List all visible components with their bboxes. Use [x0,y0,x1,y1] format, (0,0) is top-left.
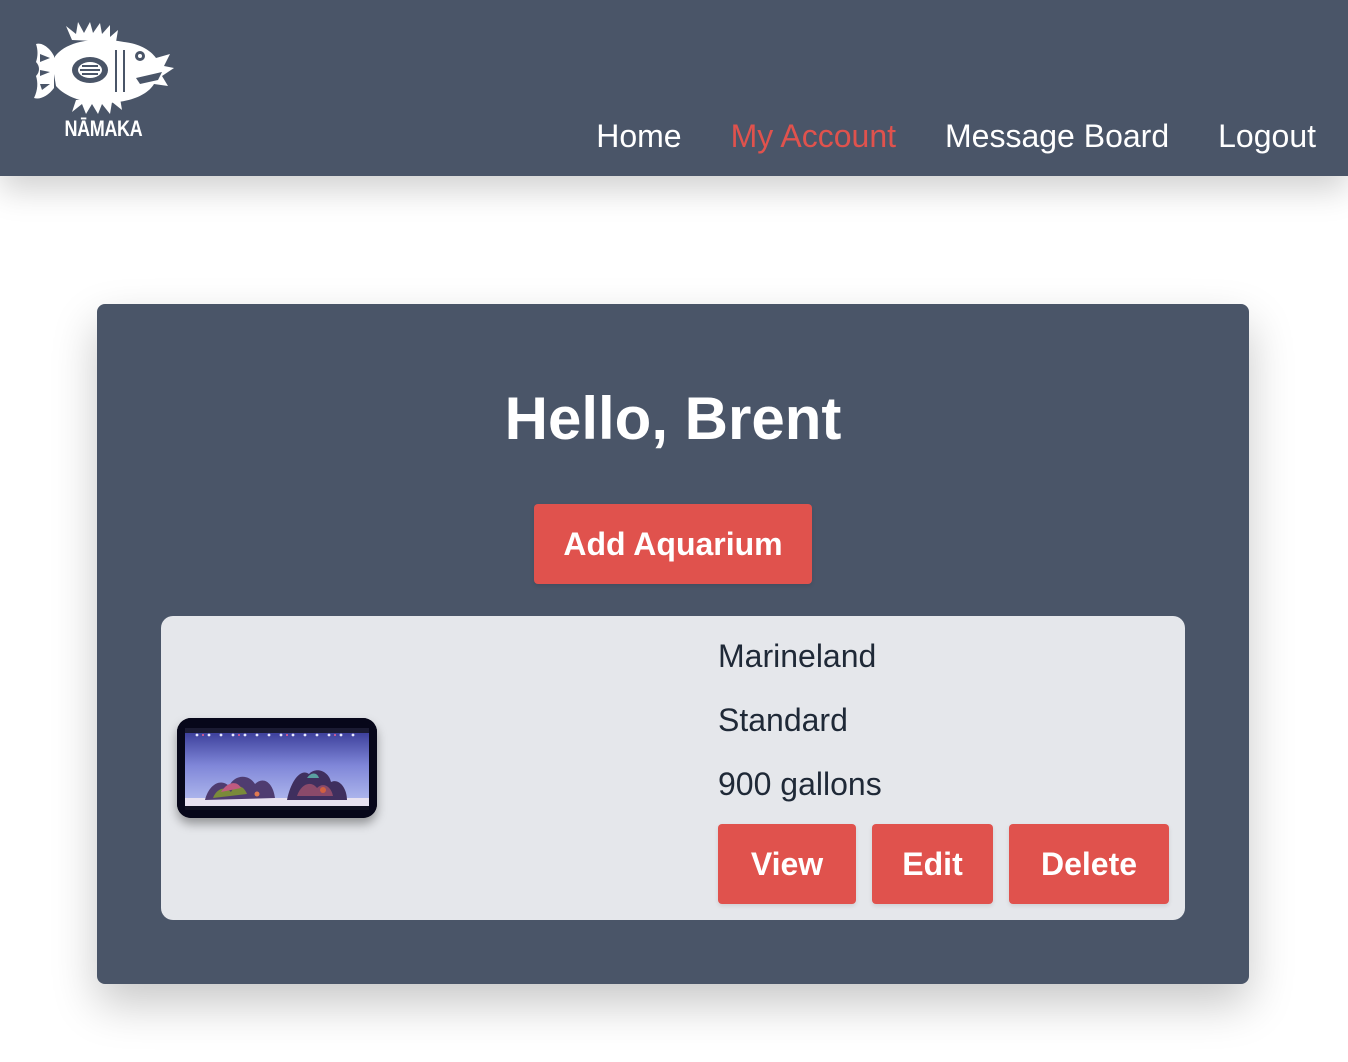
nav-logout-link[interactable]: Logout [1218,118,1316,155]
edit-aquarium-button[interactable]: Edit [872,824,993,904]
main-nav: Home My Account Message Board Logout [596,114,1316,158]
aquarium-thumbnail[interactable] [177,718,377,818]
add-aquarium-button[interactable]: Add Aquarium [534,504,812,584]
aquarium-image [177,718,377,818]
nav-home-link[interactable]: Home [596,118,681,155]
account-panel: Hello, Brent Add Aquarium Marineland Sta… [97,304,1249,984]
brand-logo[interactable]: NĀMAKA [32,20,178,145]
page-greeting: Hello, Brent [504,385,842,452]
navbar: NĀMAKA Home My Account Message Board Log… [0,0,1348,176]
view-aquarium-button[interactable]: View [718,824,856,904]
aquarium-brand: Marineland [718,638,877,674]
aquarium-details: Marineland Standard 900 gallons [718,632,882,824]
aquarium-card: Marineland Standard 900 gallons View Edi… [161,616,1185,920]
aquarium-volume: 900 gallons [718,766,882,802]
brand-name: NĀMAKA [64,116,143,141]
delete-aquarium-button[interactable]: Delete [1009,824,1169,904]
aquarium-type: Standard [718,702,848,738]
fish-glyph-icon [34,22,174,114]
nav-my-account-link[interactable]: My Account [731,118,896,155]
nav-message-board-link[interactable]: Message Board [945,118,1169,155]
